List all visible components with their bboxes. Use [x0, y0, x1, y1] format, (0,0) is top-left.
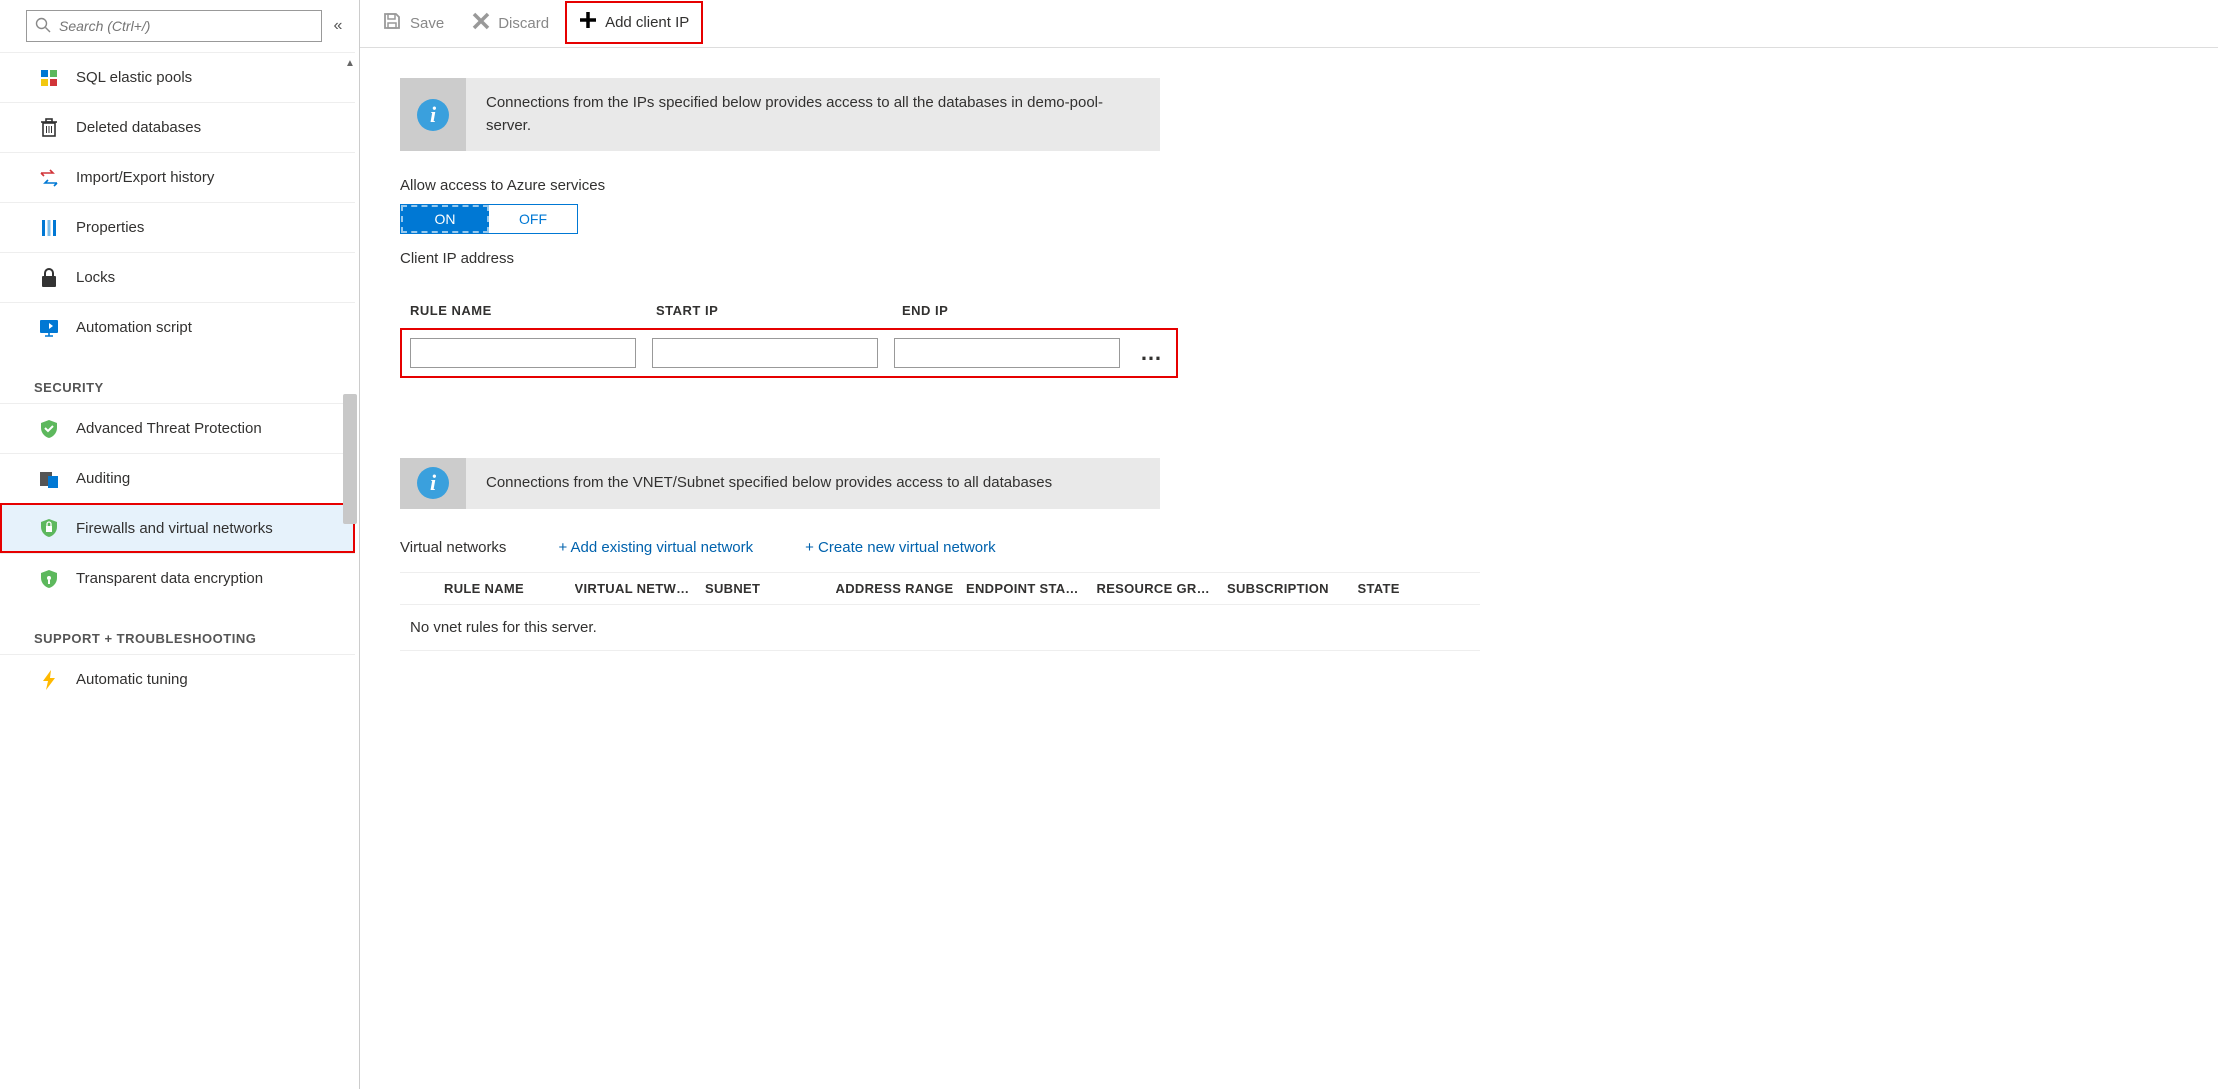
vnet-empty-message: No vnet rules for this server. [400, 605, 1480, 651]
sidebar-item-locks[interactable]: Locks [0, 252, 355, 302]
add-client-ip-button[interactable]: Add client IP [565, 1, 703, 44]
discard-label: Discard [498, 15, 549, 32]
discard-icon [472, 12, 490, 35]
trash-icon [38, 117, 60, 139]
header-rule-name: RULE NAME [410, 303, 640, 318]
rule-menu-button[interactable]: … [1136, 340, 1168, 366]
search-input[interactable] [57, 17, 313, 35]
lightning-icon [38, 669, 60, 691]
sidebar-item-auditing[interactable]: Auditing [0, 453, 355, 503]
firewall-rule-headers: RULE NAME START IP END IP [410, 303, 2178, 318]
col-resource-group: RESOURCE GROUP [1097, 581, 1216, 596]
search-icon [35, 17, 51, 36]
sidebar: « ▲ SQL elastic pools Deleted databases [0, 0, 360, 1089]
automation-icon [38, 317, 60, 339]
col-endpoint-status: ENDPOINT STA… [966, 581, 1085, 596]
info-icon: i [417, 99, 449, 131]
vnet-table: RULE NAME VIRTUAL NETW… SUBNET ADDRESS R… [400, 572, 1480, 651]
info-text: Connections from the VNET/Subnet specifi… [466, 458, 1160, 509]
col-rule-name: RULE NAME [444, 581, 563, 596]
sidebar-item-sql-elastic-pools[interactable]: SQL elastic pools [0, 52, 355, 102]
sidebar-item-advanced-threat-protection[interactable]: Advanced Threat Protection [0, 403, 355, 453]
col-address-range: ADDRESS RANGE [836, 581, 955, 596]
collapse-sidebar-button[interactable]: « [322, 17, 354, 35]
vnet-actions: Virtual networks + Add existing virtual … [400, 539, 2178, 556]
search-input-wrap[interactable] [26, 10, 322, 42]
import-export-icon [38, 167, 60, 189]
sidebar-item-label: Properties [76, 219, 144, 236]
sidebar-item-deleted-databases[interactable]: Deleted databases [0, 102, 355, 152]
main-content: Save Discard Add client IP i Connections… [360, 0, 2218, 1089]
info-text: Connections from the IPs specified below… [466, 78, 1160, 151]
save-icon [382, 11, 402, 36]
info-banner-vnet: i Connections from the VNET/Subnet speci… [400, 458, 1160, 509]
sidebar-section-security: SECURITY [0, 352, 355, 403]
add-client-ip-label: Add client IP [605, 14, 689, 31]
elastic-pool-icon [38, 67, 60, 89]
encryption-shield-icon [38, 568, 60, 590]
properties-icon [38, 217, 60, 239]
save-label: Save [410, 15, 444, 32]
sidebar-item-label: SQL elastic pools [76, 69, 192, 86]
sidebar-item-label: Import/Export history [76, 169, 214, 186]
sidebar-item-firewalls-vnet[interactable]: Firewalls and virtual networks [0, 503, 355, 553]
sidebar-item-label: Advanced Threat Protection [76, 420, 262, 437]
scroll-up-button[interactable]: ▲ [341, 52, 359, 74]
sidebar-section-support: SUPPORT + TROUBLESHOOTING [0, 603, 355, 654]
info-icon: i [417, 467, 449, 499]
sidebar-item-label: Auditing [76, 470, 130, 487]
add-existing-vnet-link[interactable]: + Add existing virtual network [558, 539, 753, 556]
allow-azure-toggle[interactable]: ON OFF [400, 204, 578, 234]
sidebar-item-transparent-data-encryption[interactable]: Transparent data encryption [0, 553, 355, 603]
info-banner-ips: i Connections from the IPs specified bel… [400, 78, 1160, 151]
start-ip-input[interactable] [652, 338, 878, 368]
rule-name-input[interactable] [410, 338, 636, 368]
plus-icon [579, 11, 597, 34]
sidebar-item-automation-script[interactable]: Automation script [0, 302, 355, 352]
end-ip-input[interactable] [894, 338, 1120, 368]
scrollbar[interactable] [341, 74, 359, 1089]
toggle-on[interactable]: ON [401, 205, 489, 233]
client-ip-label: Client IP address [400, 250, 2178, 267]
sidebar-item-label: Firewalls and virtual networks [76, 520, 273, 537]
vnet-table-header: RULE NAME VIRTUAL NETW… SUBNET ADDRESS R… [400, 572, 1480, 605]
col-virtual-network: VIRTUAL NETW… [575, 581, 694, 596]
vnet-title: Virtual networks [400, 539, 506, 556]
col-subnet: SUBNET [705, 581, 824, 596]
discard-button[interactable]: Discard [460, 8, 561, 39]
allow-azure-label: Allow access to Azure services [400, 177, 2178, 194]
header-end-ip: END IP [902, 303, 1132, 318]
auditing-icon [38, 468, 60, 490]
firewall-shield-icon [38, 517, 60, 539]
create-new-vnet-link[interactable]: + Create new virtual network [805, 539, 996, 556]
sidebar-item-properties[interactable]: Properties [0, 202, 355, 252]
header-start-ip: START IP [656, 303, 886, 318]
lock-icon [38, 267, 60, 289]
sidebar-item-label: Transparent data encryption [76, 570, 263, 587]
sidebar-item-label: Locks [76, 269, 115, 286]
sidebar-item-label: Automation script [76, 319, 192, 336]
toolbar: Save Discard Add client IP [360, 0, 2218, 48]
save-button[interactable]: Save [370, 7, 456, 40]
col-state: STATE [1358, 581, 1477, 596]
sidebar-item-label: Automatic tuning [76, 671, 188, 688]
toggle-off[interactable]: OFF [489, 205, 577, 233]
col-subscription: SUBSCRIPTION [1227, 581, 1346, 596]
firewall-rule-row: … [400, 328, 1178, 378]
sidebar-item-label: Deleted databases [76, 119, 201, 136]
sidebar-item-import-export-history[interactable]: Import/Export history [0, 152, 355, 202]
sidebar-item-automatic-tuning[interactable]: Automatic tuning [0, 654, 355, 704]
shield-check-icon [38, 418, 60, 440]
